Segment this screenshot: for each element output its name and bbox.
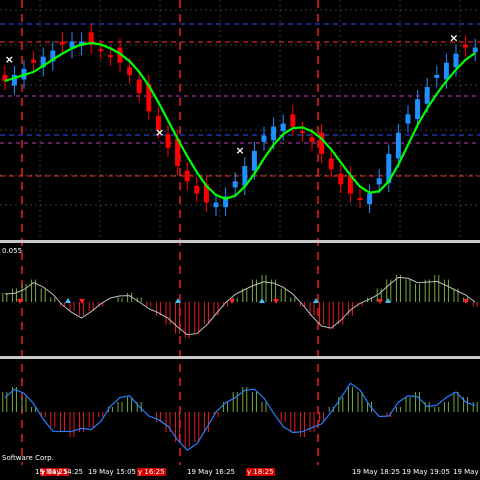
moving-average-line — [4, 41, 476, 200]
signal-marker: × — [155, 126, 164, 139]
time-axis: y 14:25 19 May 14:25 19 May 15:05 y 16:2… — [0, 466, 480, 480]
oscillator-line-2 — [4, 382, 476, 451]
candle-body — [299, 131, 305, 134]
separator-main-sub1[interactable] — [0, 240, 480, 243]
signal-marker: × — [5, 53, 14, 66]
subwindow-scale-label: 0.055 — [2, 247, 23, 255]
candle-body — [59, 41, 65, 45]
time-tick: y 16:25 — [137, 468, 166, 476]
candle-body — [463, 44, 469, 48]
candle-body — [338, 173, 344, 185]
arrow-down-icon — [273, 299, 279, 304]
time-tick: 19 May — [453, 468, 479, 476]
footer-label: Software Corp. — [2, 454, 54, 462]
candle-body — [194, 185, 200, 194]
candle-body — [184, 170, 190, 182]
signal-marker: × — [235, 144, 244, 157]
candle-body — [434, 74, 440, 78]
candle-body — [367, 193, 373, 205]
time-tick: 19 May 16:25 — [187, 468, 236, 476]
candle-body — [424, 87, 430, 104]
arrow-up-icon — [385, 298, 391, 303]
candle-body — [261, 135, 267, 142]
time-tick: 19 May 15:05 — [88, 468, 137, 476]
candle-body — [98, 49, 104, 52]
candle-body — [357, 198, 363, 201]
candle-body — [376, 178, 382, 185]
candle-body — [290, 114, 296, 127]
candle-body — [127, 67, 133, 75]
arrow-up-icon — [65, 298, 71, 303]
arrow-down-icon — [229, 299, 235, 304]
time-tick: y 18:25 — [246, 468, 275, 476]
candle-body — [213, 202, 219, 208]
chart-window[interactable]: × × × × 0.055 Software Corp. y 14:25 19 May… — [0, 0, 480, 480]
time-tick: 19 May 14:25 — [35, 468, 84, 476]
oscillator-line — [4, 276, 476, 336]
candle-body — [251, 150, 257, 171]
candle-body — [232, 181, 238, 188]
time-tick: 19 May 19:05 — [402, 468, 451, 476]
candle-body — [107, 55, 113, 58]
candle-body — [415, 99, 421, 119]
arrow-down-icon — [377, 299, 383, 304]
candle-body — [405, 114, 411, 124]
candle-body — [472, 47, 478, 53]
signal-marker: × — [449, 32, 458, 45]
candle-body — [165, 134, 171, 148]
arrow-up-icon — [259, 298, 265, 303]
candle-body — [328, 158, 334, 170]
candle-body — [319, 132, 325, 154]
separator-sub1-sub2[interactable] — [0, 356, 480, 359]
candle-body — [443, 62, 449, 80]
candle-body — [453, 53, 459, 68]
candle-body — [280, 123, 286, 132]
time-tick: 19 May 18:25 — [352, 468, 401, 476]
candle-body — [31, 59, 37, 63]
candle-body — [309, 137, 315, 142]
candle-body — [395, 132, 401, 159]
candle-body — [136, 79, 142, 94]
candle-body — [271, 126, 277, 141]
